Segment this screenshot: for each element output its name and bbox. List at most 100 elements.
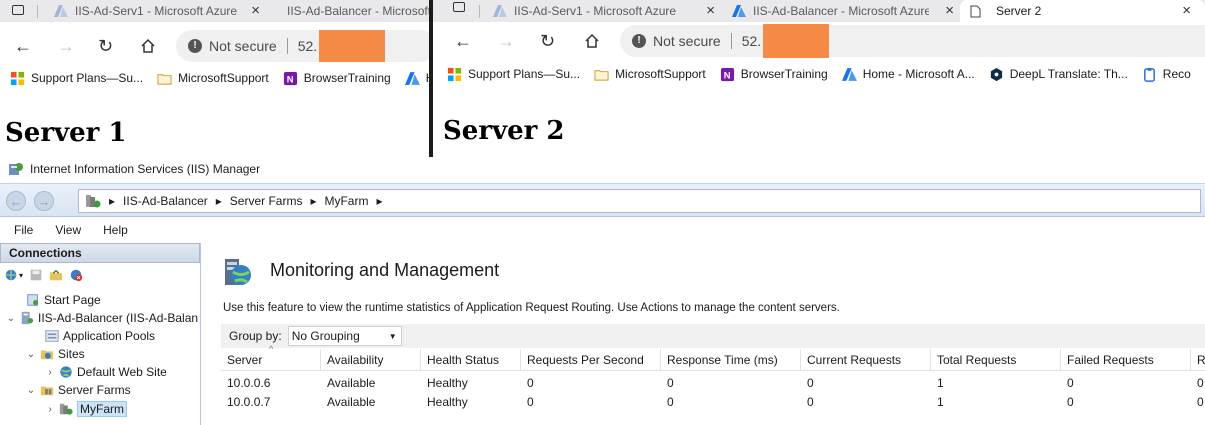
feature-title: Monitoring and Management: [270, 260, 500, 280]
tree-node-default-web-site[interactable]: › Default Web Site: [45, 365, 167, 379]
expand-icon[interactable]: ›: [45, 404, 55, 415]
expand-icon[interactable]: ›: [45, 367, 55, 378]
menu-help[interactable]: Help: [103, 223, 128, 237]
monitoring-icon: [225, 259, 251, 285]
favorite-browsertraining[interactable]: N BrowserTraining: [283, 71, 391, 86]
close-icon[interactable]: ×: [1182, 2, 1191, 19]
tab-label: IIS-Ad-Balancer - Microsoft Azure: [753, 4, 929, 18]
onenote-icon: N: [283, 71, 297, 85]
close-icon[interactable]: ×: [251, 2, 260, 19]
tree-node-server-farms[interactable]: ⌄ Server Farms: [26, 383, 131, 397]
collapse-icon[interactable]: ⌄: [26, 385, 36, 396]
tab-iis-ad-balancer[interactable]: IIS-Ad-Balancer - Microsoft Azure: [270, 0, 430, 22]
server-farm-icon: [86, 195, 101, 208]
column-header[interactable]: Health Status: [421, 349, 521, 371]
column-header[interactable]: Availability: [321, 349, 421, 371]
favorite-support-plans[interactable]: Support Plans—Su...: [447, 67, 580, 82]
iis-window-title: Internet Information Services (IIS) Mana…: [8, 161, 260, 177]
breadcrumb: ▸ IIS-Ad-Balancer ▸ Server Farms ▸ MyFar…: [78, 189, 1201, 213]
tree-node-start-page[interactable]: Start Page: [26, 293, 101, 307]
svg-text:N: N: [287, 74, 294, 84]
chevron-down-icon: ▼: [388, 331, 397, 341]
column-header[interactable]: Total Requests: [931, 349, 1061, 371]
deepl-icon: [990, 67, 1002, 81]
address-bar: ← → ↻ ! Not secure 52.: [0, 26, 430, 66]
refresh-icon[interactable]: ↻: [540, 32, 555, 50]
menu-file[interactable]: File: [14, 223, 33, 237]
tab-server2[interactable]: Server 2 ×: [960, 0, 1205, 22]
column-header[interactable]: R: [1191, 349, 1205, 371]
favorite-home[interactable]: Ho: [404, 71, 430, 86]
onenote-icon: N: [720, 67, 734, 81]
favorite-reco[interactable]: Reco: [1142, 67, 1191, 82]
tab-iis-ad-serv1[interactable]: IIS-Ad-Serv1 - Microsoft Azure ×: [483, 0, 721, 22]
home-icon[interactable]: [584, 33, 600, 49]
feature-pane: Monitoring and Management Use this featu…: [205, 243, 1205, 425]
tree-node-myfarm[interactable]: › MyFarm: [45, 401, 127, 417]
tab-actions-icon[interactable]: [12, 5, 24, 15]
close-icon[interactable]: ×: [706, 2, 715, 19]
redaction-block: [763, 24, 830, 58]
back-icon[interactable]: ←: [14, 37, 32, 55]
tree-node-server[interactable]: ⌄ IIS-Ad-Balancer (IIS-Ad-Balan: [6, 311, 198, 325]
table-row[interactable]: 10.0.0.6 Available Healthy 0 0 0 1 0 0: [221, 374, 1205, 393]
tab-strip: IIS-Ad-Serv1 - Microsoft Azure × IIS-Ad-…: [433, 0, 1205, 22]
favorite-support-plans[interactable]: Support Plans—Su...: [10, 71, 143, 86]
url-text: 52.: [741, 33, 762, 49]
refresh-icon[interactable]: ↻: [98, 37, 113, 55]
breadcrumb-item[interactable]: IIS-Ad-Balancer: [123, 194, 208, 208]
url-box[interactable]: ! Not secure 52.: [620, 24, 1205, 58]
column-header[interactable]: Response Time (ms): [661, 349, 801, 371]
column-header[interactable]: Current Requests: [801, 349, 931, 371]
tab-label: IIS-Ad-Serv1 - Microsoft Azure: [75, 4, 238, 18]
group-by-select[interactable]: No Grouping ▼: [287, 326, 402, 346]
save-icon[interactable]: [29, 268, 43, 282]
close-icon[interactable]: ×: [945, 2, 954, 19]
chevron-down-icon[interactable]: ▾: [19, 271, 23, 280]
favorite-microsoftsupport[interactable]: MicrosoftSupport: [594, 67, 706, 82]
back-icon[interactable]: ←: [454, 32, 472, 50]
folder-up-icon[interactable]: [49, 268, 63, 282]
favorite-browsertraining[interactable]: N BrowserTraining: [720, 67, 828, 82]
collapse-icon[interactable]: ⌄: [26, 349, 36, 360]
tab-actions-icon[interactable]: [453, 2, 465, 12]
menu-view[interactable]: View: [55, 223, 81, 237]
azure-icon: [841, 67, 857, 81]
back-icon[interactable]: ←: [6, 191, 26, 211]
tab-label: IIS-Ad-Balancer - Microsoft Azure: [287, 4, 430, 18]
servers-table: Server ^ Availability Health Status Requ…: [221, 344, 1205, 412]
page-icon: [970, 5, 981, 17]
group-by-bar: Group by: No Grouping ▼: [221, 324, 1205, 348]
tab-iis-ad-balancer[interactable]: IIS-Ad-Balancer - Microsoft Azure ×: [722, 0, 960, 22]
forward-icon[interactable]: →: [57, 37, 75, 55]
forward-icon[interactable]: →: [497, 32, 515, 50]
server-farm-icon: [59, 403, 73, 415]
tree-node-app-pools[interactable]: Application Pools: [45, 329, 155, 343]
warning-icon: !: [632, 34, 646, 48]
address-bar: ← → ↻ ! Not secure 52.: [433, 22, 1205, 62]
forward-icon[interactable]: →: [34, 191, 54, 211]
collapse-icon[interactable]: ⌄: [6, 313, 16, 324]
connect-globe-icon[interactable]: [4, 268, 18, 282]
url-box[interactable]: ! Not secure 52.: [176, 30, 430, 62]
tab-iis-ad-serv1[interactable]: IIS-Ad-Serv1 - Microsoft Azure ×: [44, 0, 266, 22]
favorite-home-microsoft[interactable]: Home - Microsoft A...: [841, 67, 975, 82]
favorite-deepl[interactable]: DeepL Translate: Th...: [989, 67, 1128, 82]
page-heading: Server 1: [5, 118, 127, 148]
breadcrumb-item[interactable]: MyFarm: [324, 194, 368, 208]
navigation-bar: ← → ▸ IIS-Ad-Balancer ▸ Server Farms ▸ M…: [0, 183, 1205, 217]
favorite-microsoftsupport[interactable]: MicrosoftSupport: [157, 71, 269, 86]
favorites-bar: Support Plans—Su... MicrosoftSupport N B…: [0, 67, 430, 89]
breadcrumb-item[interactable]: Server Farms: [230, 194, 303, 208]
column-header[interactable]: Requests Per Second: [521, 349, 661, 371]
column-header[interactable]: Failed Requests: [1061, 349, 1191, 371]
clipboard-icon: [1143, 67, 1155, 82]
microsoft-icon: [10, 71, 25, 85]
azure-icon: [54, 5, 68, 17]
table-row[interactable]: 10.0.0.7 Available Healthy 0 0 0 1 0 0: [221, 393, 1205, 412]
tree-node-sites[interactable]: ⌄ Sites: [26, 347, 85, 361]
home-icon[interactable]: [140, 38, 156, 54]
disconnect-icon[interactable]: [69, 268, 83, 282]
globe-icon: [60, 366, 72, 378]
security-status: Not secure: [209, 38, 277, 54]
